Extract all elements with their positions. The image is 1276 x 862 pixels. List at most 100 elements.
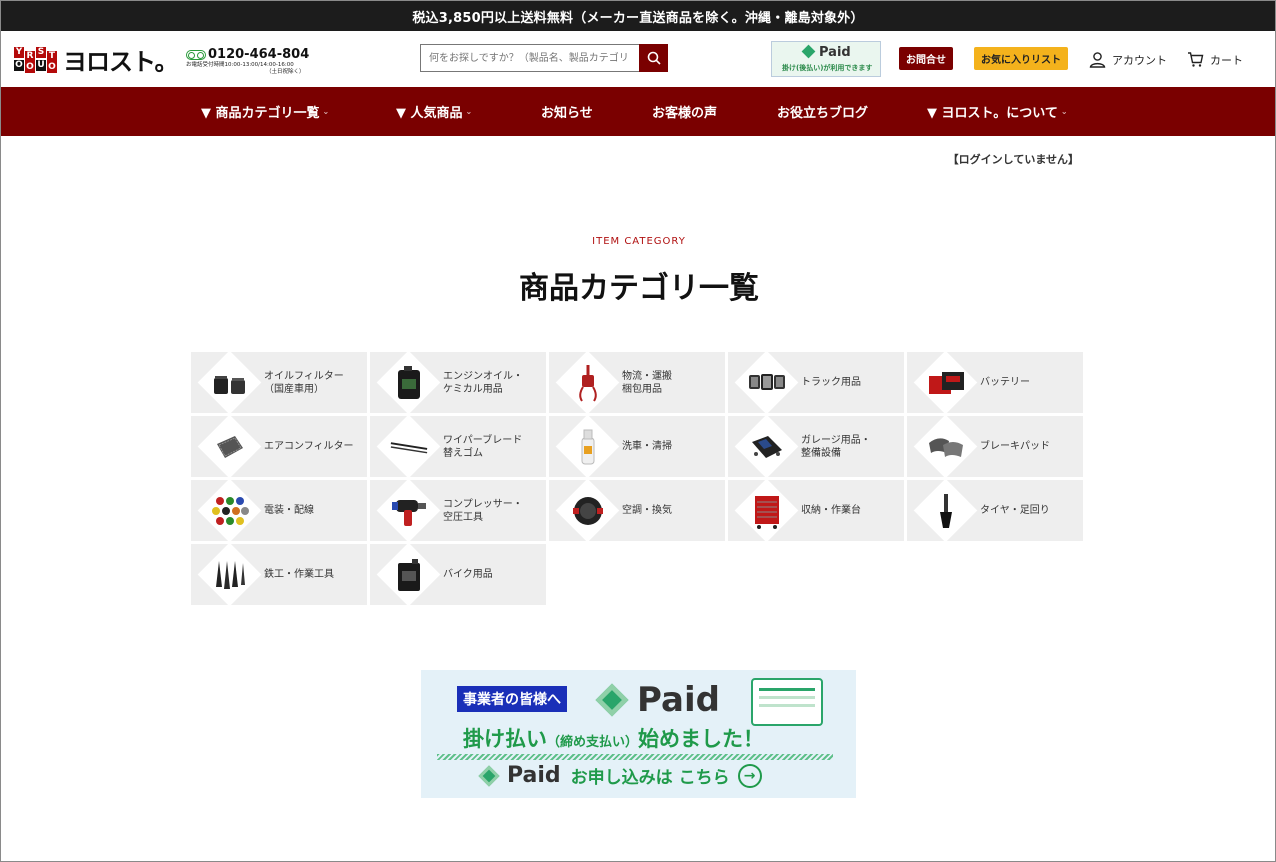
chevron-down-icon: ⌄ [322, 107, 330, 116]
arrow-right-icon: → [737, 763, 762, 788]
oil-filter-icon [210, 364, 250, 402]
cart-icon [1188, 52, 1204, 67]
wire-spools-icon [210, 492, 250, 530]
category-tile[interactable]: エンジンオイル・ ケミカル用品 [370, 350, 546, 415]
logo-mark-icon: Y R S T O O U O [14, 46, 57, 73]
nav-item-categories[interactable]: ▼ 商品カテゴリ一覧 ⌄ [201, 87, 329, 136]
category-tile[interactable]: 収納・作業台 [728, 478, 904, 543]
category-tile[interactable]: エアコンフィルター [191, 414, 367, 479]
category-label: トラック用品 [801, 377, 861, 388]
search-input[interactable] [420, 44, 639, 72]
category-tile[interactable]: トラック用品 [728, 350, 904, 415]
chain-hoist-icon [568, 364, 608, 402]
nav-item-news[interactable]: お知らせ [541, 87, 593, 136]
search-bar [420, 44, 668, 72]
chevron-down-icon: ⌄ [1060, 107, 1068, 116]
engine-oil-icon [389, 364, 429, 402]
phone-contact[interactable]: 0120-464-804 お電話受付時間10:00-13:00/14:00-16… [186, 48, 309, 76]
creeper-icon [747, 428, 787, 466]
category-tile[interactable]: 物流・運搬 梱包用品 [549, 350, 725, 415]
paid-apply-link[interactable]: Paid お申し込みは こちら → [478, 763, 762, 788]
category-tile[interactable]: ガレージ用品・ 整備設備 [728, 414, 904, 479]
category-label: 収納・作業台 [801, 505, 861, 516]
paid-banner-headline: 掛け払い（締め支払い）始めました！ [463, 727, 765, 751]
category-label: 鉄工・作業工具 [264, 569, 334, 580]
paid-logo-icon [801, 44, 816, 59]
air-filter-icon [210, 428, 250, 466]
category-label: 電装・配線 [264, 505, 314, 516]
paid-logo-icon [478, 764, 500, 787]
search-icon [647, 51, 661, 65]
page-frame: 税込3,850円以上送料無料（メーカー直送商品を除く。沖縄・離島対象外） Y R… [0, 0, 1276, 862]
category-label: バッテリー [980, 377, 1030, 388]
site-logo[interactable]: Y R S T O O U O ヨロスト。 [14, 42, 179, 77]
blower-fan-icon [568, 492, 608, 530]
paid-banner-tag: 事業者の皆様へ [457, 686, 567, 712]
main-nav: ▼ 商品カテゴリ一覧 ⌄ ▼ 人気商品 ⌄ お知らせ お客様の声 お役立ちブログ ▼… [1, 87, 1275, 136]
shipping-announcement-text: 税込3,850円以上送料無料（メーカー直送商品を除く。沖縄・離島対象外） [412, 10, 864, 26]
category-tile[interactable]: 鉄工・作業工具 [191, 542, 367, 607]
favorites-button[interactable]: お気に入りリスト [974, 47, 1068, 70]
category-label: 物流・運搬 梱包用品 [622, 370, 672, 395]
category-tile[interactable]: 洗車・清掃 [549, 414, 725, 479]
freedial-icon [186, 50, 206, 60]
category-tile[interactable]: 空調・換気 [549, 478, 725, 543]
impact-wrench-icon [389, 492, 429, 530]
step-drill-icon [210, 556, 250, 594]
category-label: オイルフィルター （国産車用） [264, 370, 344, 395]
paid-logo-text: Paid [819, 45, 851, 60]
nav-item-popular[interactable]: ▼ 人気商品 ⌄ [396, 87, 472, 136]
category-label: 空調・換気 [622, 505, 672, 516]
category-label: バイク用品 [443, 569, 493, 580]
category-tile[interactable]: バッテリー [907, 350, 1083, 415]
brake-pad-icon [926, 428, 966, 466]
nav-item-reviews[interactable]: お客様の声 [652, 87, 717, 136]
paid-logo-icon [595, 683, 629, 717]
nav-item-about[interactable]: ▼ ヨロスト。について ⌄ [927, 87, 1068, 136]
site-header: Y R S T O O U O ヨロスト。 0120-464-804 お電話受付… [1, 31, 1275, 87]
contact-button[interactable]: お問合せ [899, 47, 953, 70]
page-title: 商品カテゴリ一覧 [519, 271, 759, 306]
section-subtitle: ITEM CATEGORY [592, 236, 686, 247]
category-tile[interactable]: バイク用品 [370, 542, 546, 607]
account-link[interactable]: アカウント [1089, 51, 1167, 68]
decorative-stripe [437, 754, 833, 760]
category-label: ガレージ用品・ 整備設備 [801, 434, 871, 459]
spray-bottle-icon [568, 428, 608, 466]
user-icon [1089, 52, 1106, 68]
work-light-icon [747, 364, 787, 402]
category-tile[interactable]: コンプレッサー・ 空圧工具 [370, 478, 546, 543]
invoice-illustration-icon [751, 678, 823, 726]
paid-header-banner[interactable]: Paid 掛け(後払い)が利用できます [771, 41, 881, 77]
category-tile[interactable]: タイヤ・足回り [907, 478, 1083, 543]
category-tile[interactable]: 電装・配線 [191, 478, 367, 543]
category-label: 洗車・清掃 [622, 441, 672, 452]
phone-hours: お電話受付時間10:00-13:00/14:00-16:00 [186, 62, 294, 68]
category-label: タイヤ・足回り [980, 505, 1050, 516]
account-label: アカウント [1112, 53, 1167, 67]
login-status: 【ログインしていません】 [947, 153, 1079, 166]
category-tile[interactable]: ワイパーブレード 替えゴム [370, 414, 546, 479]
paid-promo-banner[interactable]: 事業者の皆様へ Paid 掛け払い（締め支払い）始めました！ Paid お申し込… [421, 670, 856, 798]
nav-item-blog[interactable]: お役立ちブログ [777, 87, 868, 136]
tool-cabinet-icon [747, 492, 787, 530]
category-label: コンプレッサー・ 空圧工具 [443, 498, 523, 523]
cart-link[interactable]: カート [1187, 51, 1243, 68]
paid-apply-text: お申し込みは こちら [570, 768, 730, 788]
search-button[interactable] [639, 44, 668, 72]
battery-icon [926, 364, 966, 402]
category-tile[interactable]: オイルフィルター （国産車用） [191, 350, 367, 415]
chevron-down-icon: ⌄ [465, 107, 473, 116]
oil-can-icon [389, 556, 429, 594]
paid-banner-logo: Paid [595, 680, 720, 720]
logo-text: ヨロスト。 [63, 48, 179, 76]
category-tile[interactable]: ブレーキパッド [907, 414, 1083, 479]
wiper-blade-icon [389, 428, 429, 466]
phone-number: 0120-464-804 [208, 47, 310, 62]
category-label: ワイパーブレード 替えゴム [443, 434, 523, 459]
category-label: エンジンオイル・ ケミカル用品 [443, 370, 523, 395]
category-label: エアコンフィルター [264, 441, 354, 452]
paid-sub-text: 掛け(後払い)が利用できます [782, 64, 873, 72]
cart-label: カート [1210, 53, 1243, 67]
phone-hours-note: （土日祝除く） [266, 69, 305, 75]
